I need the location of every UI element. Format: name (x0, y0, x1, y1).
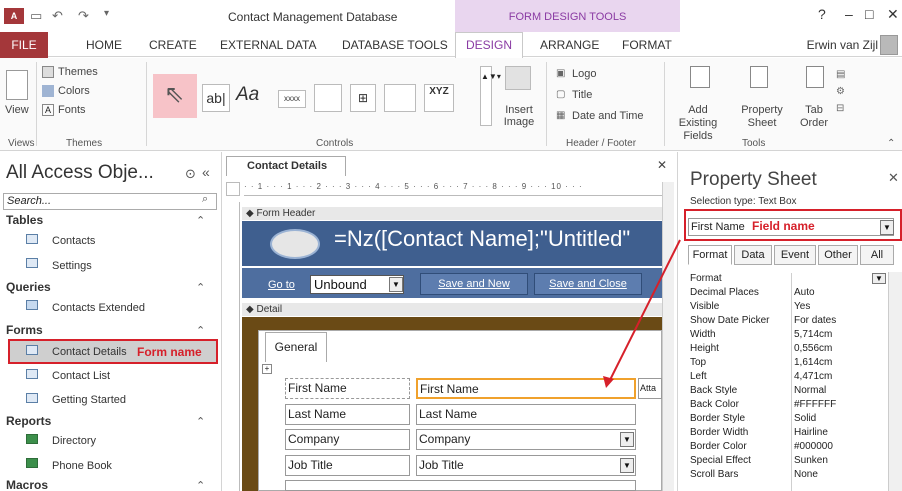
annotation-arrow (603, 239, 681, 388)
